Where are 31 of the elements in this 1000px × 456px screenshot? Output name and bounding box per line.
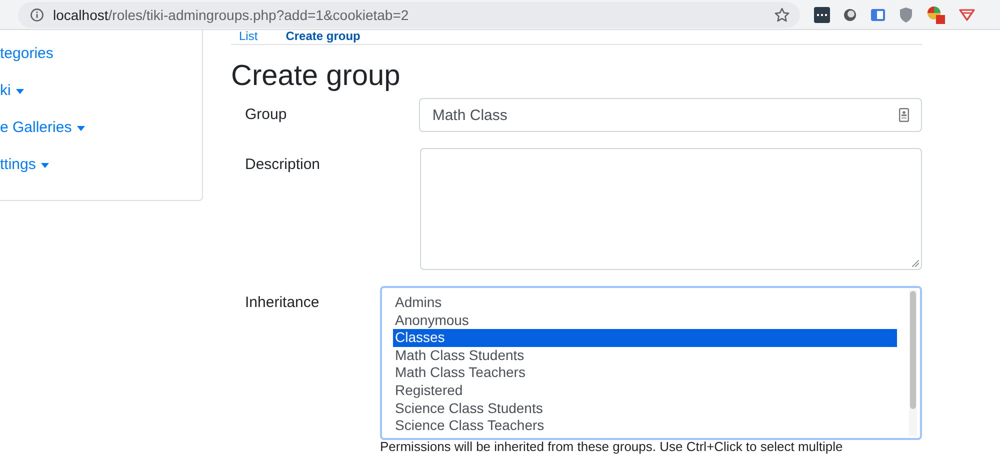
star-icon[interactable] <box>774 6 790 22</box>
list-option[interactable]: Math Class Students <box>393 346 897 364</box>
inheritance-listbox[interactable]: Admins Anonymous Classes Math Class Students Math Class Teachers Registered Science Class Students Science Class Teachers <box>380 286 922 440</box>
list-option[interactable]: Science Class Teachers <box>393 417 897 435</box>
extension-icon[interactable] <box>814 6 830 22</box>
sidebar-link[interactable]: tegories <box>0 44 202 64</box>
group-input[interactable]: Math Class <box>419 98 922 132</box>
list-option[interactable]: Science Class Students <box>393 400 897 418</box>
tab[interactable]: List <box>239 30 258 44</box>
sidebar-link[interactable]: ki <box>0 81 202 101</box>
address-bar[interactable]: localhost/roles/tiki-admingroups.php?add=1&cookietab=2 <box>18 2 800 28</box>
tab[interactable]: Create group <box>286 30 360 44</box>
field-label: Group <box>244 105 288 125</box>
page-heading: Create group <box>231 59 402 93</box>
shield-icon[interactable] <box>899 6 913 22</box>
list-option[interactable]: Anonymous <box>393 312 897 330</box>
extension-icon[interactable] <box>843 8 857 22</box>
field-label: Inheritance <box>244 293 320 313</box>
list-option[interactable]: Admins <box>393 294 897 312</box>
resize-handle-icon[interactable] <box>912 260 919 267</box>
info-icon[interactable] <box>30 8 44 22</box>
help-text: Permissions will be inherited from these groups. Use Ctrl+Click to select multiple <box>380 440 844 454</box>
sidebar-link[interactable]: e Galleries <box>0 118 202 138</box>
contact-card-icon <box>899 108 909 122</box>
list-option[interactable]: Classes <box>393 329 897 347</box>
list-option[interactable]: Registered <box>393 382 897 400</box>
url-text: localhost/roles/tiki-admingroups.php?add=1&cookietab=2 <box>53 6 410 22</box>
sidebar-link[interactable]: ttings <box>0 155 202 175</box>
scrollbar[interactable] <box>909 290 917 436</box>
field-label: Description <box>244 155 322 175</box>
list-option[interactable]: Math Class Teachers <box>393 364 897 382</box>
